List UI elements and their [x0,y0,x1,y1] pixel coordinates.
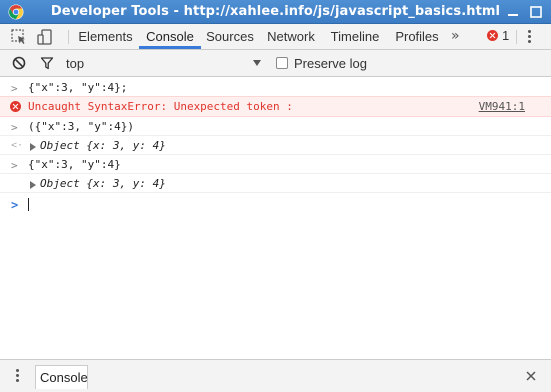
chevron-down-icon [253,60,261,66]
drawer-bar: Console [0,359,551,392]
console-input-text: ({"x":3, "y":4}) [28,120,134,133]
tab-timeline[interactable]: Timeline [325,24,385,49]
console-input-line: > ({"x":3, "y":4}) [0,117,551,136]
object-preview: Object {x: 3, y: 4} [40,139,166,152]
tab-profiles[interactable]: Profiles [389,24,445,49]
prompt-caret-icon: > [11,198,19,212]
error-message: Uncaught SyntaxError: Unexpected token : [28,100,293,113]
object-preview: Object {x: 3, y: 4} [40,177,166,190]
more-tabs-icon[interactable]: » [451,28,460,44]
window-titlebar: Developer Tools - http://xahlee.info/js/… [0,0,551,24]
result-arrow-icon: <· [11,140,24,151]
clear-console-icon[interactable] [12,56,26,70]
maximize-icon[interactable] [529,5,543,19]
tab-elements[interactable]: Elements [74,24,137,49]
preserve-log-checkbox[interactable] [276,57,288,69]
input-prompt-icon: > [11,82,18,95]
toolbar-divider [516,30,517,44]
filter-icon[interactable] [40,56,54,70]
console-input-text: {"x":3, "y":4}; [28,81,128,94]
expand-triangle-icon[interactable] [30,181,36,189]
console-output-line[interactable]: Object {x: 3, y: 4} [0,174,551,193]
console-result-line[interactable]: <· Object {x: 3, y: 4} [0,136,551,155]
expand-triangle-icon[interactable] [30,143,36,151]
active-tab-indicator [139,46,201,49]
window-title: Developer Tools - http://xahlee.info/js/… [50,4,501,19]
error-count: 1 [502,28,510,43]
error-icon [10,101,21,112]
error-source-link[interactable]: VM941:1 [479,100,525,113]
console-toolbar: top Preserve log [0,50,551,77]
preserve-log-label: Preserve log [294,56,367,71]
tab-sources[interactable]: Sources [203,24,257,49]
context-value: top [66,56,85,71]
text-cursor [28,198,29,211]
context-selector[interactable]: top [64,54,266,72]
console-input-line: > {"x":3, "y":4}; [0,78,551,97]
inspect-element-icon[interactable] [10,28,28,46]
console-error-line: Uncaught SyntaxError: Unexpected token :… [0,96,551,117]
toolbar-divider [68,30,69,44]
device-mode-icon[interactable] [36,28,54,46]
drawer-menu-icon[interactable] [16,369,20,383]
drawer-tab-console[interactable]: Console [35,365,88,389]
console-messages[interactable]: > {"x":3, "y":4}; Uncaught SyntaxError: … [0,78,551,358]
minimize-icon[interactable] [506,5,520,19]
input-prompt-icon: > [11,121,18,134]
customize-menu-icon[interactable] [528,30,532,44]
close-icon[interactable] [525,370,537,382]
console-prompt[interactable]: > [0,195,551,215]
devtools-tab-bar: Elements Console Sources Network Timelin… [0,24,551,50]
console-input-text: {"x":3, "y":4} [28,158,121,171]
input-prompt-icon: > [11,159,18,172]
console-input-line: > {"x":3, "y":4} [0,155,551,174]
tab-network[interactable]: Network [261,24,321,49]
error-icon [487,30,498,41]
